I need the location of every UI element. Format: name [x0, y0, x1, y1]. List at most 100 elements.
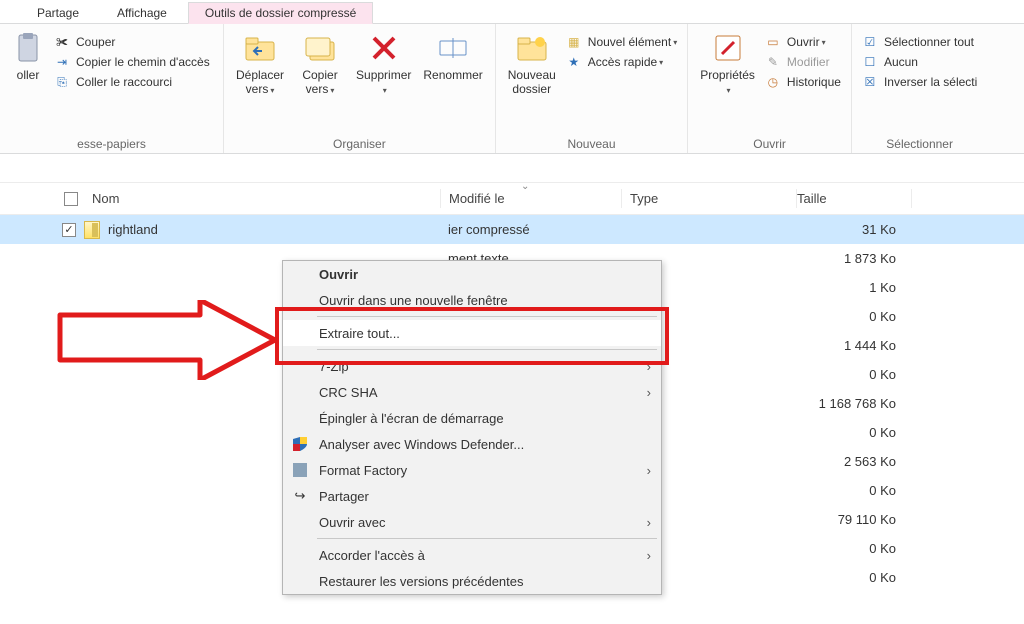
history-icon: ◷	[765, 74, 781, 90]
file-size: 0 Ko	[794, 425, 908, 440]
cm-pin-start[interactable]: Épingler à l'écran de démarrage	[283, 405, 661, 431]
modify-button[interactable]: ✎ Modifier	[761, 52, 845, 72]
header-checkbox[interactable]	[64, 192, 78, 206]
copy-path-button[interactable]: ⇥ Copier le chemin d'accès	[50, 52, 214, 72]
scissors-icon: ✀	[54, 34, 70, 50]
delete-label: Supprimer	[356, 68, 411, 82]
new-item-button[interactable]: ▦ Nouvel élément ▾	[562, 32, 681, 52]
move-to-button[interactable]: Déplacer vers▾	[230, 28, 290, 102]
select-all-icon: ☑	[862, 34, 878, 50]
column-size[interactable]: Taille	[797, 191, 911, 206]
file-size: 0 Ko	[794, 309, 908, 324]
cm-format-factory[interactable]: Format Factory ›	[283, 457, 661, 483]
cut-label: Couper	[76, 35, 115, 49]
select-none-label: Aucun	[884, 55, 918, 69]
quick-access-button[interactable]: ★ Accès rapide ▾	[562, 52, 681, 72]
cm-7zip[interactable]: 7-Zip ›	[283, 353, 661, 379]
cm-open-with[interactable]: Ouvrir avec ›	[283, 509, 661, 535]
rename-label: Renommer	[423, 68, 482, 82]
tab-compressed-tools[interactable]: Outils de dossier compressé	[188, 2, 373, 24]
delete-button[interactable]: Supprimer ▾	[350, 28, 417, 102]
zip-file-icon	[84, 221, 100, 239]
history-label: Historique	[787, 75, 841, 89]
column-modified-label: Modifié le	[449, 191, 505, 206]
column-type[interactable]: Type	[622, 191, 796, 206]
cm-defender-label: Analyser avec Windows Defender...	[319, 437, 524, 452]
file-size: 79 110 Ko	[794, 512, 908, 527]
cm-share-label: Partager	[319, 489, 369, 504]
chevron-down-icon: ▾	[659, 58, 663, 67]
tab-view[interactable]: Affichage	[100, 2, 184, 24]
quick-access-icon: ★	[566, 54, 582, 70]
open-button[interactable]: ▭ Ouvrir ▾	[761, 32, 845, 52]
clipboard-icon	[12, 32, 44, 64]
column-headers: Nom ⌄ Modifié le Type Taille	[0, 183, 1024, 215]
open-group-label: Ouvrir	[694, 133, 845, 151]
move-to-label: Déplacer vers	[236, 68, 284, 96]
properties-button[interactable]: Propriétés ▾	[694, 28, 761, 102]
share-icon: ↪	[291, 487, 309, 505]
edit-icon: ✎	[765, 54, 781, 70]
clipboard-group-label: esse-papiers	[6, 133, 217, 151]
paste-shortcut-button[interactable]: ⎘ Coller le raccourci	[50, 72, 214, 92]
chevron-right-icon: ›	[647, 463, 651, 478]
cut-button[interactable]: ✀ Couper	[50, 32, 214, 52]
quick-access-label: Accès rapide	[588, 55, 657, 69]
file-size: 1 Ko	[794, 280, 908, 295]
select-none-icon: ☐	[862, 54, 878, 70]
chevron-down-icon: ▾	[383, 86, 387, 95]
rename-icon	[437, 32, 469, 64]
column-modified[interactable]: ⌄ Modifié le	[441, 191, 621, 206]
open-icon: ▭	[765, 34, 781, 50]
cm-defender[interactable]: Analyser avec Windows Defender...	[283, 431, 661, 457]
ribbon-tabs: Partage Affichage Outils de dossier comp…	[0, 0, 1024, 24]
chevron-down-icon: ▾	[673, 38, 677, 47]
path-icon: ⇥	[54, 54, 70, 70]
cm-crc-sha-label: CRC SHA	[319, 385, 378, 400]
properties-icon	[712, 32, 744, 64]
file-size: 0 Ko	[794, 483, 908, 498]
organize-group-label: Organiser	[230, 133, 489, 151]
chevron-down-icon: ▾	[270, 86, 274, 95]
folder-copy-icon	[304, 32, 336, 64]
invert-icon: ☒	[862, 74, 878, 90]
file-size: 0 Ko	[794, 570, 908, 585]
cm-grant-access[interactable]: Accorder l'accès à ›	[283, 542, 661, 568]
ribbon: oller ✀ Couper ⇥ Copier le chemin d'accè…	[0, 24, 1024, 154]
invert-label: Inverser la sélecti	[884, 75, 977, 89]
cm-extract-all[interactable]: Extraire tout...	[283, 320, 661, 346]
row-checkbox[interactable]	[62, 223, 76, 237]
cm-share[interactable]: ↪ Partager	[283, 483, 661, 509]
invert-selection-button[interactable]: ☒ Inverser la sélecti	[858, 72, 981, 92]
modify-label: Modifier	[787, 55, 830, 69]
copy-to-button[interactable]: Copier vers▾	[290, 28, 350, 102]
cm-open-with-label: Ouvrir avec	[319, 515, 385, 530]
chevron-right-icon: ›	[647, 359, 651, 374]
chevron-right-icon: ›	[647, 548, 651, 563]
select-none-button[interactable]: ☐ Aucun	[858, 52, 981, 72]
copy-path-label: Copier le chemin d'accès	[76, 55, 210, 69]
cm-crc-sha[interactable]: CRC SHA ›	[283, 379, 661, 405]
delete-x-icon	[368, 32, 400, 64]
paste-shortcut-label: Coller le raccourci	[76, 75, 172, 89]
chevron-down-icon: ▾	[330, 86, 334, 95]
table-row[interactable]: rightlandier compressé31 Ko	[0, 215, 1024, 244]
chevron-down-icon: ▾	[727, 86, 731, 95]
tab-share[interactable]: Partage	[20, 2, 96, 24]
file-size: 0 Ko	[794, 367, 908, 382]
chevron-down-icon: ▾	[822, 38, 826, 47]
context-menu: Ouvrir Ouvrir dans une nouvelle fenêtre …	[282, 260, 662, 595]
new-folder-button[interactable]: Nouveau dossier	[502, 28, 562, 100]
properties-label: Propriétés	[700, 68, 755, 82]
paste-label: oller	[17, 68, 40, 82]
cm-restore-versions[interactable]: Restaurer les versions précédentes	[283, 568, 661, 594]
cm-7zip-label: 7-Zip	[319, 359, 349, 374]
paste-button[interactable]: oller	[6, 28, 50, 86]
file-name: rightland	[108, 222, 158, 237]
history-button[interactable]: ◷ Historique	[761, 72, 845, 92]
sort-caret-icon: ⌄	[521, 181, 529, 192]
cm-open-new-window[interactable]: Ouvrir dans une nouvelle fenêtre	[283, 287, 661, 313]
rename-button[interactable]: Renommer	[417, 28, 488, 86]
select-all-button[interactable]: ☑ Sélectionner tout	[858, 32, 981, 52]
cm-open[interactable]: Ouvrir	[283, 261, 661, 287]
